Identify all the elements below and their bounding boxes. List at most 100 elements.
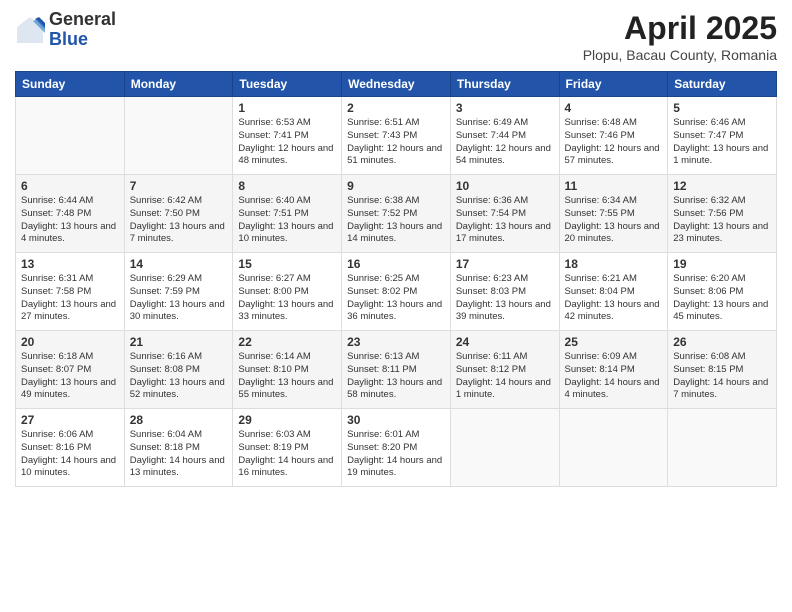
calendar-cell: 18 Sunrise: 6:21 AM Sunset: 8:04 PM Dayli…: [559, 253, 668, 331]
calendar-week-row: 1 Sunrise: 6:53 AM Sunset: 7:41 PM Daylig…: [16, 97, 777, 175]
calendar-week-row: 27 Sunrise: 6:06 AM Sunset: 8:16 PM Dayli…: [16, 409, 777, 487]
calendar-cell: 6 Sunrise: 6:44 AM Sunset: 7:48 PM Daylig…: [16, 175, 125, 253]
weekday-header: Sunday: [16, 72, 125, 97]
cell-details: Sunrise: 6:38 AM Sunset: 7:52 PM Dayligh…: [347, 195, 445, 246]
calendar-cell: 10 Sunrise: 6:36 AM Sunset: 7:54 PM Dayli…: [450, 175, 559, 253]
calendar-cell: 27 Sunrise: 6:06 AM Sunset: 8:16 PM Dayli…: [16, 409, 125, 487]
calendar-cell: 26 Sunrise: 6:08 AM Sunset: 8:15 PM Dayli…: [668, 331, 777, 409]
day-number: 1: [238, 101, 336, 115]
day-number: 26: [673, 335, 771, 349]
calendar-cell: 8 Sunrise: 6:40 AM Sunset: 7:51 PM Daylig…: [233, 175, 342, 253]
cell-details: Sunrise: 6:29 AM Sunset: 7:59 PM Dayligh…: [130, 273, 228, 324]
calendar-cell: 3 Sunrise: 6:49 AM Sunset: 7:44 PM Daylig…: [450, 97, 559, 175]
weekday-header: Friday: [559, 72, 668, 97]
cell-details: Sunrise: 6:06 AM Sunset: 8:16 PM Dayligh…: [21, 429, 119, 480]
header: General Blue April 2025 Plopu, Bacau Cou…: [15, 10, 777, 63]
day-number: 24: [456, 335, 554, 349]
day-number: 18: [565, 257, 663, 271]
calendar-cell: 7 Sunrise: 6:42 AM Sunset: 7:50 PM Daylig…: [124, 175, 233, 253]
calendar-cell: [559, 409, 668, 487]
day-number: 10: [456, 179, 554, 193]
calendar-cell: 24 Sunrise: 6:11 AM Sunset: 8:12 PM Dayli…: [450, 331, 559, 409]
cell-details: Sunrise: 6:34 AM Sunset: 7:55 PM Dayligh…: [565, 195, 663, 246]
calendar-cell: 23 Sunrise: 6:13 AM Sunset: 8:11 PM Dayli…: [342, 331, 451, 409]
day-number: 21: [130, 335, 228, 349]
cell-details: Sunrise: 6:11 AM Sunset: 8:12 PM Dayligh…: [456, 351, 554, 402]
day-number: 7: [130, 179, 228, 193]
cell-details: Sunrise: 6:36 AM Sunset: 7:54 PM Dayligh…: [456, 195, 554, 246]
cell-details: Sunrise: 6:01 AM Sunset: 8:20 PM Dayligh…: [347, 429, 445, 480]
calendar-cell: 21Sunrise: 6:16 AM Sunset: 8:08 PM Dayli…: [124, 331, 233, 409]
calendar-cell: 29 Sunrise: 6:03 AM Sunset: 8:19 PM Dayli…: [233, 409, 342, 487]
cell-details: Sunrise: 6:40 AM Sunset: 7:51 PM Dayligh…: [238, 195, 336, 246]
cell-details: Sunrise: 6:53 AM Sunset: 7:41 PM Dayligh…: [238, 117, 336, 168]
calendar-cell: 5 Sunrise: 6:46 AM Sunset: 7:47 PM Daylig…: [668, 97, 777, 175]
calendar-cell: 13 Sunrise: 6:31 AM Sunset: 7:58 PM Dayli…: [16, 253, 125, 331]
day-number: 23: [347, 335, 445, 349]
day-number: 15: [238, 257, 336, 271]
calendar-cell: 16Sunrise: 6:25 AM Sunset: 8:02 PM Dayli…: [342, 253, 451, 331]
weekday-header: Tuesday: [233, 72, 342, 97]
cell-details: Sunrise: 6:18 AM Sunset: 8:07 PM Dayligh…: [21, 351, 119, 402]
title-area: April 2025 Plopu, Bacau County, Romania: [583, 10, 777, 63]
day-number: 30: [347, 413, 445, 427]
day-number: 11: [565, 179, 663, 193]
calendar-cell: 15 Sunrise: 6:27 AM Sunset: 8:00 PM Dayli…: [233, 253, 342, 331]
cell-details: Sunrise: 6:08 AM Sunset: 8:15 PM Dayligh…: [673, 351, 771, 402]
cell-details: Sunrise: 6:31 AM Sunset: 7:58 PM Dayligh…: [21, 273, 119, 324]
day-number: 27: [21, 413, 119, 427]
calendar-cell: 17Sunrise: 6:23 AM Sunset: 8:03 PM Dayli…: [450, 253, 559, 331]
calendar-cell: [16, 97, 125, 175]
day-number: 8: [238, 179, 336, 193]
cell-details: Sunrise: 6:20 AM Sunset: 8:06 PM Dayligh…: [673, 273, 771, 324]
cell-details: Sunrise: 6:46 AM Sunset: 7:47 PM Dayligh…: [673, 117, 771, 168]
calendar-cell: [668, 409, 777, 487]
calendar-cell: 4Sunrise: 6:48 AM Sunset: 7:46 PM Daylig…: [559, 97, 668, 175]
cell-details: Sunrise: 6:23 AM Sunset: 8:03 PM Dayligh…: [456, 273, 554, 324]
calendar-week-row: 13 Sunrise: 6:31 AM Sunset: 7:58 PM Dayli…: [16, 253, 777, 331]
cell-details: Sunrise: 6:42 AM Sunset: 7:50 PM Dayligh…: [130, 195, 228, 246]
cell-details: Sunrise: 6:03 AM Sunset: 8:19 PM Dayligh…: [238, 429, 336, 480]
day-number: 14: [130, 257, 228, 271]
cell-details: Sunrise: 6:49 AM Sunset: 7:44 PM Dayligh…: [456, 117, 554, 168]
cell-details: Sunrise: 6:51 AM Sunset: 7:43 PM Dayligh…: [347, 117, 445, 168]
calendar-cell: 28Sunrise: 6:04 AM Sunset: 8:18 PM Dayli…: [124, 409, 233, 487]
calendar-cell: [450, 409, 559, 487]
location: Plopu, Bacau County, Romania: [583, 47, 777, 63]
cell-details: Sunrise: 6:32 AM Sunset: 7:56 PM Dayligh…: [673, 195, 771, 246]
day-number: 19: [673, 257, 771, 271]
day-number: 5: [673, 101, 771, 115]
day-number: 25: [565, 335, 663, 349]
day-number: 6: [21, 179, 119, 193]
calendar-cell: 14 Sunrise: 6:29 AM Sunset: 7:59 PM Dayli…: [124, 253, 233, 331]
cell-details: Sunrise: 6:09 AM Sunset: 8:14 PM Dayligh…: [565, 351, 663, 402]
logo-text: General Blue: [49, 10, 116, 50]
logo: General Blue: [15, 10, 116, 50]
cell-details: Sunrise: 6:25 AM Sunset: 8:02 PM Dayligh…: [347, 273, 445, 324]
cell-details: Sunrise: 6:27 AM Sunset: 8:00 PM Dayligh…: [238, 273, 336, 324]
day-number: 28: [130, 413, 228, 427]
calendar-cell: [124, 97, 233, 175]
calendar-cell: 20 Sunrise: 6:18 AM Sunset: 8:07 PM Dayli…: [16, 331, 125, 409]
cell-details: Sunrise: 6:13 AM Sunset: 8:11 PM Dayligh…: [347, 351, 445, 402]
calendar-cell: 1 Sunrise: 6:53 AM Sunset: 7:41 PM Daylig…: [233, 97, 342, 175]
cell-details: Sunrise: 6:44 AM Sunset: 7:48 PM Dayligh…: [21, 195, 119, 246]
cell-details: Sunrise: 6:21 AM Sunset: 8:04 PM Dayligh…: [565, 273, 663, 324]
day-number: 29: [238, 413, 336, 427]
calendar-cell: 11 Sunrise: 6:34 AM Sunset: 7:55 PM Dayli…: [559, 175, 668, 253]
calendar-table: SundayMondayTuesdayWednesdayThursdayFrid…: [15, 71, 777, 487]
day-number: 13: [21, 257, 119, 271]
calendar-week-row: 20 Sunrise: 6:18 AM Sunset: 8:07 PM Dayli…: [16, 331, 777, 409]
day-number: 2: [347, 101, 445, 115]
calendar-cell: 2 Sunrise: 6:51 AM Sunset: 7:43 PM Daylig…: [342, 97, 451, 175]
day-number: 4: [565, 101, 663, 115]
day-number: 20: [21, 335, 119, 349]
logo-blue: Blue: [49, 30, 116, 50]
logo-icon: [15, 15, 45, 45]
day-number: 3: [456, 101, 554, 115]
calendar-cell: 22Sunrise: 6:14 AM Sunset: 8:10 PM Dayli…: [233, 331, 342, 409]
month-title: April 2025: [583, 10, 777, 47]
weekday-header: Thursday: [450, 72, 559, 97]
calendar-cell: 9Sunrise: 6:38 AM Sunset: 7:52 PM Daylig…: [342, 175, 451, 253]
weekday-header: Monday: [124, 72, 233, 97]
